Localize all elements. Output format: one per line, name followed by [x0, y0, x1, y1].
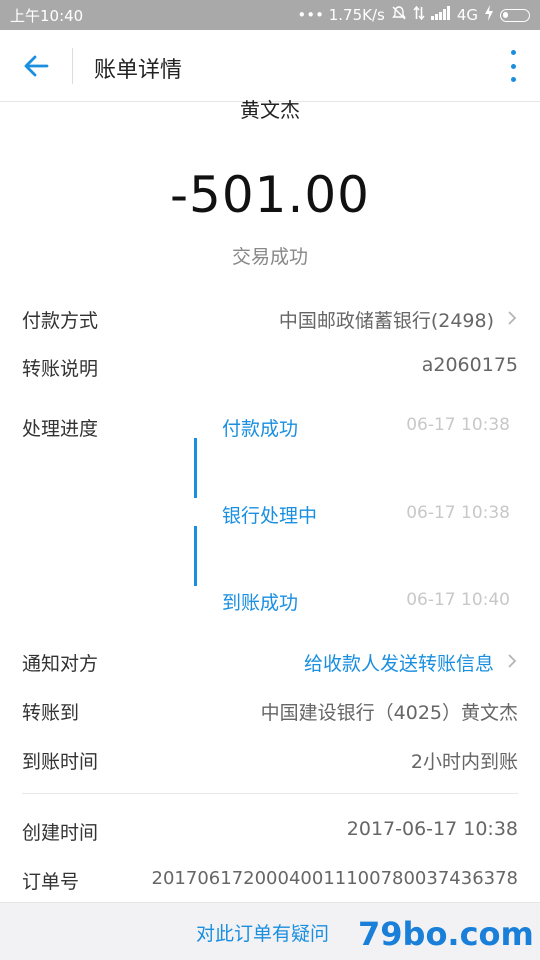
more-dots-icon [510, 50, 516, 55]
more-menu-button[interactable] [506, 50, 520, 82]
site-watermark: 79bo.com [358, 915, 534, 953]
arrival-time-row: 到账时间 2小时内到账 [0, 739, 540, 779]
footer-bar: 对此订单有疑问 79bo.com [0, 902, 540, 960]
progress-label: 处理进度 [22, 418, 99, 440]
progress-step-3-time: 06-17 10:40 [406, 590, 510, 610]
arrow-left-icon [24, 55, 49, 77]
payment-method-value: 中国邮政储蓄银行(2498) [278, 310, 494, 332]
network-type: 4G [456, 6, 478, 24]
notify-label: 通知对方 [22, 653, 99, 675]
transaction-amount: -501.00 [170, 166, 370, 224]
payee-name: 黄文杰 [240, 98, 300, 122]
transaction-status: 交易成功 [231, 246, 308, 268]
header-divider [72, 48, 73, 84]
progress-line-1 [194, 438, 197, 498]
status-icons: ••• 1.75K/s 4G [297, 5, 530, 25]
battery-icon [500, 8, 530, 22]
transfer-to-row: 转账到 中国建设银行（4025）黄文杰 [0, 690, 540, 730]
charging-icon [484, 5, 494, 25]
network-speed: ••• 1.75K/s [297, 6, 385, 24]
progress-step-1-time: 06-17 10:38 [406, 415, 510, 435]
chevron-right-icon [508, 654, 517, 668]
chevron-right-icon [508, 311, 517, 325]
created-time-label: 创建时间 [22, 822, 99, 844]
mute-icon [391, 5, 407, 25]
section-divider [22, 793, 518, 794]
page-title: 账单详情 [94, 58, 183, 83]
progress-step-2: 银行处理中 [222, 505, 318, 527]
progress-step-3: 到账成功 [222, 592, 299, 614]
status-bar: 上午10:40 ••• 1.75K/s 4G [0, 0, 540, 30]
transfer-to-value: 中国建设银行（4025）黄文杰 [260, 702, 518, 724]
progress-line-2 [194, 526, 197, 586]
payment-method-row[interactable]: 付款方式 中国邮政储蓄银行(2498) [0, 298, 540, 338]
order-number-row: 订单号 20170617200040011100780037436378 [0, 859, 540, 899]
transfer-note-row: 转账说明 a2060175 [0, 346, 540, 386]
order-question-link[interactable]: 对此订单有疑问 [196, 919, 329, 946]
progress-step-1: 付款成功 [222, 418, 299, 440]
data-transfer-icon [413, 5, 425, 25]
order-number-value: 20170617200040011100780037436378 [151, 868, 518, 889]
transfer-note-label: 转账说明 [22, 358, 99, 380]
notify-payee-link[interactable]: 给收款人发送转账信息 [304, 649, 494, 676]
app-header: 账单详情 [0, 30, 540, 102]
order-number-label: 订单号 [22, 871, 80, 893]
arrival-time-label: 到账时间 [22, 751, 99, 773]
transfer-note-value: a2060175 [421, 354, 518, 376]
notify-row[interactable]: 通知对方 给收款人发送转账信息 [0, 641, 540, 681]
transfer-to-label: 转账到 [22, 702, 80, 724]
signal-icon [430, 6, 451, 24]
payment-method-label: 付款方式 [22, 310, 99, 332]
arrival-time-value: 2小时内到账 [410, 751, 518, 773]
created-time-row: 创建时间 2017-06-17 10:38 [0, 810, 540, 850]
created-time-value: 2017-06-17 10:38 [346, 818, 518, 840]
status-time: 上午10:40 [10, 7, 84, 25]
progress-step-2-time: 06-17 10:38 [406, 503, 510, 523]
back-button[interactable] [18, 48, 54, 84]
